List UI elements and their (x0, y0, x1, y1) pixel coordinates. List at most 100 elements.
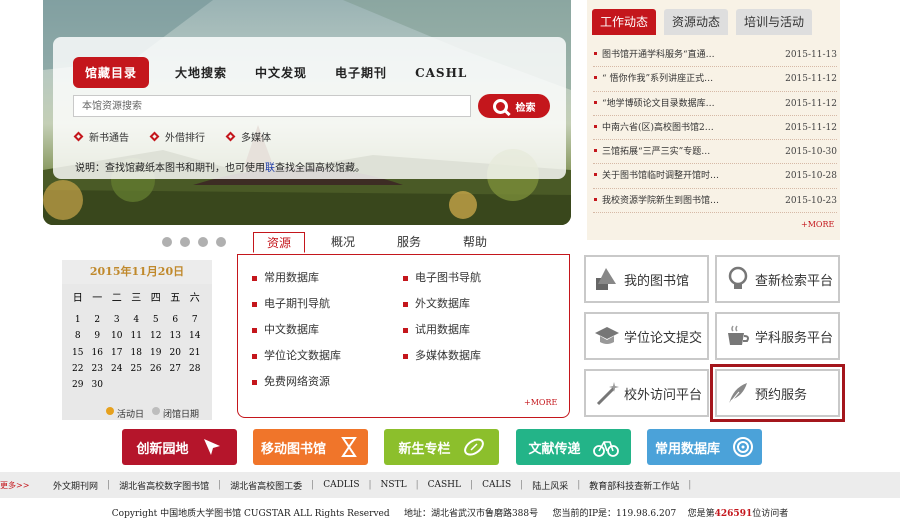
common-database-button[interactable]: 常用数据库 (647, 429, 762, 465)
footer-links-more[interactable]: 更多>> (0, 480, 29, 491)
footer-link[interactable]: 外文期刊网 (53, 479, 98, 492)
news-item[interactable]: “地学博硕论文目录数据库… 2015-11-12 (593, 92, 837, 116)
search-icon (492, 98, 508, 114)
resource-link[interactable]: 免费网络资源 (252, 373, 330, 389)
calendar-spacer (68, 304, 205, 312)
news-tab-resources[interactable]: 资源动态 (664, 9, 729, 35)
footer-link[interactable]: 湖北省高校图工委 (230, 479, 302, 492)
resource-link[interactable]: 学位论文数据库 (252, 347, 341, 363)
resource-link[interactable]: 常用数据库 (252, 269, 319, 285)
search-note: 说明：查找馆藏纸本图书和期刊，也可使用联查找全国高校馆藏。 (75, 163, 365, 174)
innovation-garden-button[interactable]: 创新园地 (122, 429, 237, 465)
subject-service-button[interactable]: 学科服务平台 (715, 312, 840, 360)
calendar-weekday: 四 (150, 292, 161, 304)
calendar-day[interactable]: 27 (166, 361, 186, 377)
search-tab-chinese-discovery[interactable]: 中文发现 (255, 64, 307, 81)
calendar-day[interactable]: 11 (127, 328, 147, 344)
calendar-day[interactable]: 15 (68, 345, 88, 361)
resource-link[interactable]: 外文数据库 (403, 295, 470, 311)
link-separator: | (107, 480, 111, 490)
news-item[interactable]: 我校资源学院新生到图书馆… 2015-10-23 (593, 189, 837, 214)
calendar-weekday: 六 (189, 292, 200, 304)
resource-link[interactable]: 多媒体数据库 (403, 347, 481, 363)
document-delivery-button[interactable]: 文献传递 (516, 429, 631, 465)
calendar-day[interactable]: 9 (88, 328, 108, 344)
note-link[interactable]: 联 (265, 163, 275, 174)
footer-link[interactable]: 教育部科技查新工作站 (589, 479, 679, 492)
calendar-day[interactable]: 5 (146, 312, 166, 328)
calendar-day[interactable]: 23 (88, 361, 108, 377)
tab-overview[interactable]: 概况 (331, 233, 355, 254)
footer-link[interactable]: CASHL (428, 480, 461, 490)
search-tab-catalog[interactable]: 馆藏目录 (73, 57, 150, 88)
search-tabs: 馆藏目录 大地搜索 中文发现 电子期刊 CASHL (73, 57, 495, 88)
calendar-day[interactable]: 17 (107, 345, 127, 361)
footer-link[interactable]: CALIS (482, 480, 511, 490)
calendar-day[interactable]: 26 (146, 361, 166, 377)
news-item[interactable]: “ 悟你作我”系列讲座正式… 2015-11-12 (593, 67, 837, 92)
calendar-day[interactable]: 10 (107, 328, 127, 344)
news-tab-training[interactable]: 培训与活动 (736, 9, 813, 35)
thesis-submit-button[interactable]: 学位论文提交 (584, 312, 709, 360)
news-more-link[interactable]: +MORE (801, 220, 834, 229)
slide-dot[interactable] (216, 237, 226, 247)
footer-link[interactable]: 陆上风采 (532, 479, 568, 492)
tab-resources[interactable]: 资源 (253, 232, 306, 253)
calendar-day[interactable]: 29 (68, 377, 88, 393)
quick-link-multimedia[interactable]: 多媒体 (225, 129, 271, 144)
quick-link-new-books[interactable]: 新书通告 (73, 129, 129, 144)
search-input[interactable] (73, 95, 471, 117)
calendar-day[interactable]: 12 (146, 328, 166, 344)
resource-link[interactable]: 电子图书导航 (403, 269, 481, 285)
calendar-day[interactable]: 2 (88, 312, 108, 328)
news-item[interactable]: 关于图书馆临时调整开馆时… 2015-10-28 (593, 164, 837, 189)
search-tab-cashl[interactable]: CASHL (415, 66, 467, 80)
offcampus-access-button[interactable]: 校外访问平台 (584, 369, 709, 417)
search-tab-ejournals[interactable]: 电子期刊 (335, 64, 387, 81)
calendar-day[interactable]: 22 (68, 361, 88, 377)
footer-link[interactable]: 湖北省高校数字图书馆 (119, 479, 209, 492)
news-item[interactable]: 中南六省(区)高校图书馆2… 2015-11-12 (593, 116, 837, 141)
news-tab-work[interactable]: 工作动态 (592, 9, 657, 35)
resources-more-link[interactable]: +MORE (524, 398, 557, 407)
calendar-day[interactable]: 18 (127, 345, 147, 361)
calendar-day[interactable]: 30 (88, 377, 108, 393)
resource-link[interactable]: 电子期刊导航 (252, 295, 330, 311)
diamond-bullet-icon (73, 131, 84, 142)
footer-link[interactable]: NSTL (381, 480, 407, 490)
reservation-service-button[interactable]: 预约服务 (710, 364, 845, 422)
footer-link[interactable]: CADLIS (323, 480, 359, 490)
novelty-search-button[interactable]: 查新检索平台 (715, 255, 840, 303)
calendar-day[interactable]: 7 (185, 312, 205, 328)
slide-dot[interactable] (162, 237, 172, 247)
freshman-column-button[interactable]: 新生专栏 (384, 429, 499, 465)
calendar-day[interactable]: 8 (68, 328, 88, 344)
resource-link[interactable]: 试用数据库 (403, 321, 470, 337)
calendar-day[interactable]: 16 (88, 345, 108, 361)
tab-services[interactable]: 服务 (397, 233, 421, 254)
calendar-day[interactable]: 20 (166, 345, 186, 361)
link-separator: | (368, 480, 372, 490)
slide-dot[interactable] (180, 237, 190, 247)
resource-link[interactable]: 中文数据库 (252, 321, 319, 337)
calendar-day[interactable]: 6 (166, 312, 186, 328)
calendar-day[interactable]: 3 (107, 312, 127, 328)
mobile-library-button[interactable]: 移动图书馆 (253, 429, 368, 465)
calendar-day[interactable]: 24 (107, 361, 127, 377)
calendar-day[interactable]: 14 (185, 328, 205, 344)
calendar-day[interactable]: 4 (127, 312, 147, 328)
tab-help[interactable]: 帮助 (463, 233, 487, 254)
quick-link-loan-ranking[interactable]: 外借排行 (149, 129, 205, 144)
calendar-day[interactable]: 1 (68, 312, 88, 328)
my-library-button[interactable]: 我的图书馆 (584, 255, 709, 303)
news-item[interactable]: 三馆拓展“三严三实”专题… 2015-10-30 (593, 140, 837, 165)
calendar-day[interactable]: 13 (166, 328, 186, 344)
slide-dot[interactable] (198, 237, 208, 247)
calendar-day[interactable]: 25 (127, 361, 147, 377)
search-button[interactable]: 检索 (478, 94, 550, 118)
calendar-day[interactable]: 19 (146, 345, 166, 361)
news-item[interactable]: 图书馆开通学科服务“直通… 2015-11-13 (593, 43, 837, 68)
calendar-day[interactable]: 21 (185, 345, 205, 361)
search-tab-dadi[interactable]: 大地搜索 (175, 64, 227, 81)
calendar-day[interactable]: 28 (185, 361, 205, 377)
